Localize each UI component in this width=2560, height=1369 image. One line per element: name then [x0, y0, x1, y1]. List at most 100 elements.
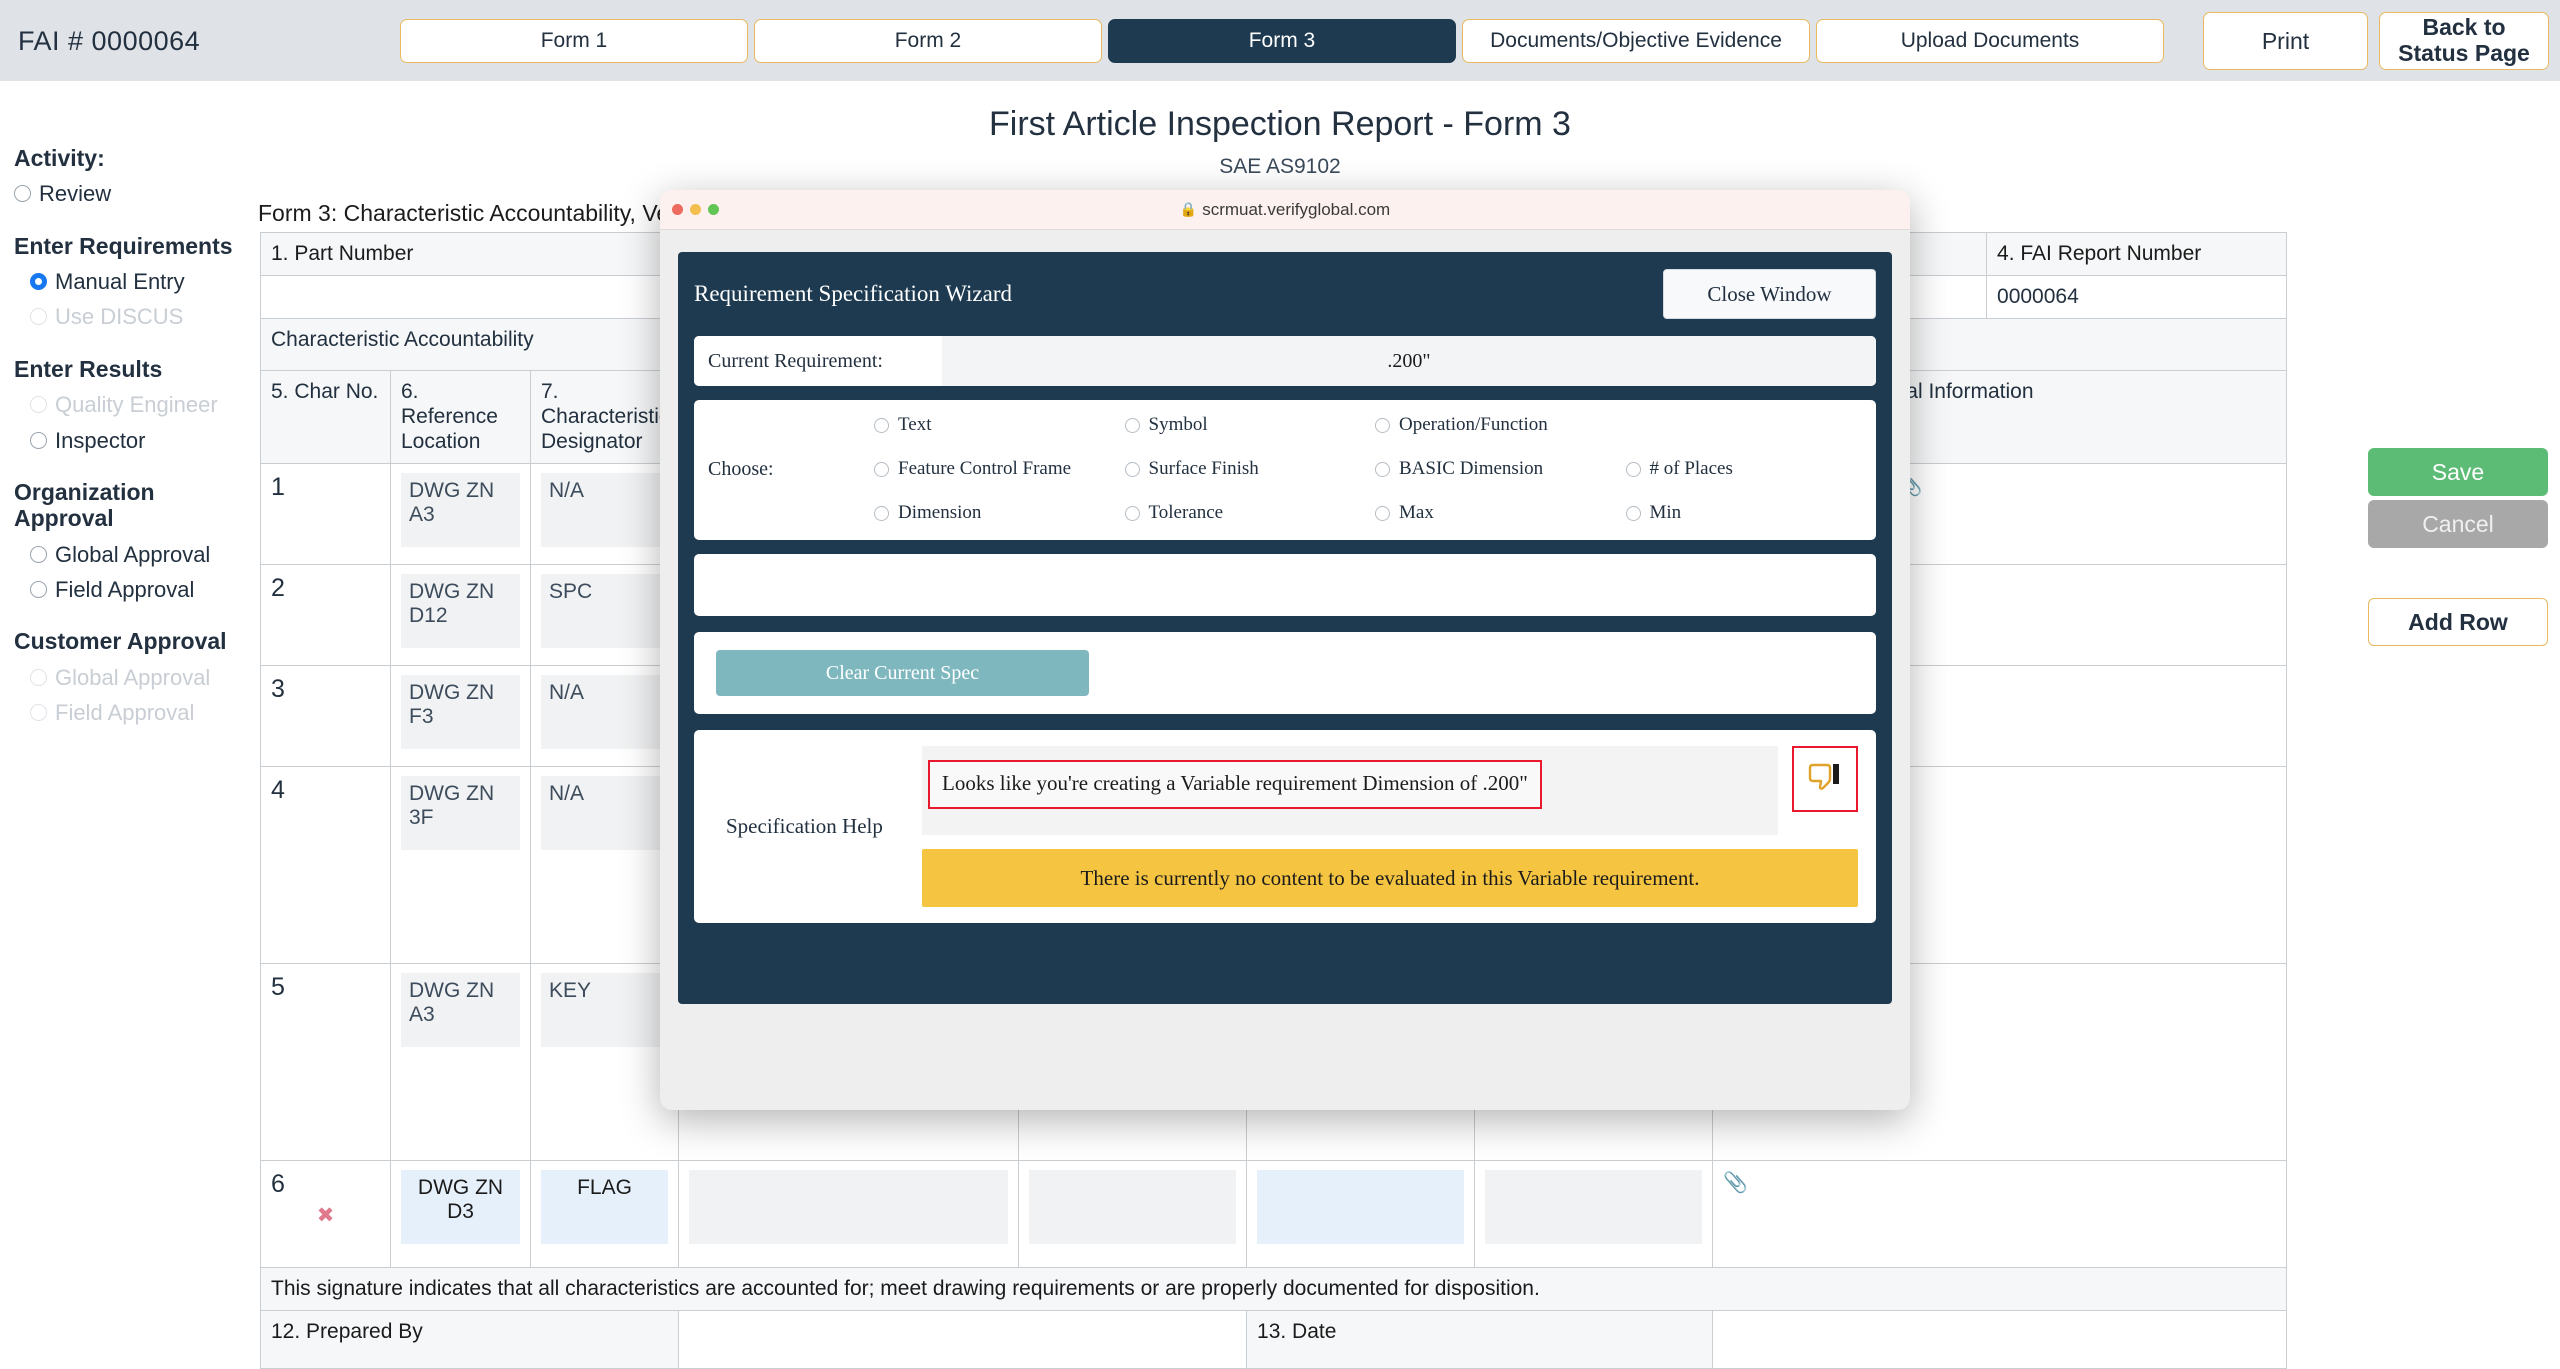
radio-number-of-places[interactable]: # of Places	[1625, 458, 1877, 480]
cell-designator[interactable]: N/A	[530, 665, 679, 768]
close-window-dot-icon[interactable]	[672, 204, 683, 215]
tab-upload-documents[interactable]: Upload Documents	[1816, 19, 2164, 63]
results-input[interactable]	[1029, 1170, 1237, 1245]
designator-input[interactable]: FLAG	[541, 1170, 668, 1245]
tab-documents-objective-evidence[interactable]: Documents/Objective Evidence	[1462, 19, 1810, 63]
cell-designator[interactable]: SPC	[530, 564, 679, 667]
cell-reference-location[interactable]: DWG ZN A3	[390, 963, 531, 1162]
radio-inspector[interactable]: Inspector	[14, 428, 259, 453]
radio-org-global-approval[interactable]: Global Approval	[14, 542, 259, 567]
tab-form-1[interactable]: Form 1	[400, 19, 748, 63]
radio-feature-control-frame[interactable]: Feature Control Frame	[874, 458, 1125, 480]
clear-current-spec-button[interactable]: Clear Current Spec	[716, 650, 1089, 696]
tooling-input[interactable]	[1257, 1170, 1465, 1245]
radio-surface-finish[interactable]: Surface Finish	[1124, 458, 1376, 480]
choose-grid-spacer	[1626, 414, 1877, 436]
radio-use-discus: Use DISCUS	[14, 304, 259, 329]
reference-location-input[interactable]: DWG ZN A3	[401, 473, 520, 548]
date-value[interactable]	[1712, 1310, 2288, 1369]
radio-operation-function[interactable]: Operation/Function	[1375, 414, 1626, 436]
radio-basic-dimension[interactable]: BASIC Dimension	[1375, 458, 1626, 480]
radio-tolerance[interactable]: Tolerance	[1124, 502, 1376, 524]
reference-location-input[interactable]: DWG ZN D3	[401, 1170, 520, 1245]
radio-circle-icon	[874, 461, 889, 477]
maximize-window-dot-icon[interactable]	[708, 204, 719, 215]
prepared-by-value[interactable]	[677, 1310, 1248, 1369]
cell-reference-location[interactable]: DWG ZN A3	[390, 463, 531, 566]
nonconformance-input[interactable]	[1485, 1170, 1703, 1245]
activity-heading: Activity:	[14, 145, 105, 171]
radio-manual-entry[interactable]: Manual Entry	[14, 269, 259, 294]
cell-char-no: 4	[260, 766, 391, 965]
designator-input[interactable]: N/A	[541, 776, 668, 851]
add-row-button[interactable]: Add Row	[2368, 598, 2548, 646]
reference-location-input[interactable]: DWG ZN A3	[401, 973, 520, 1048]
tab-form-3[interactable]: Form 3	[1108, 19, 1456, 63]
spec-builder-panel[interactable]	[694, 554, 1876, 616]
radio-symbol-label: Symbol	[1148, 414, 1208, 435]
reference-location-input[interactable]: DWG ZN D12	[401, 574, 520, 649]
minimize-window-dot-icon[interactable]	[690, 204, 701, 215]
page-title: First Article Inspection Report - Form 3	[989, 105, 1571, 143]
reference-location-input[interactable]: DWG ZN 3F	[401, 776, 520, 851]
cell-comments[interactable]: 📎	[1712, 1160, 2288, 1269]
cell-char-no: 2	[260, 564, 391, 667]
paperclip-icon[interactable]: 📎	[1723, 1172, 1748, 1194]
print-button[interactable]: Print	[2203, 12, 2368, 70]
cell-designator[interactable]: N/A	[530, 463, 679, 566]
thumbs-down-button[interactable]	[1792, 746, 1858, 812]
delete-row-icon[interactable]: ✖	[271, 1203, 380, 1228]
designator-input[interactable]: KEY	[541, 973, 668, 1048]
cell-tooling[interactable]	[1246, 1160, 1476, 1269]
lock-icon: 🔒	[1179, 201, 1198, 217]
cell-reference-location[interactable]: DWG ZN D12	[390, 564, 531, 667]
cell-designator[interactable]: KEY	[530, 963, 679, 1162]
radio-circle-icon	[30, 308, 47, 326]
close-window-button[interactable]: Close Window	[1663, 269, 1876, 319]
radio-circle-icon	[874, 417, 889, 433]
choose-options-grid: Text Symbol Operation/Function Feature C…	[874, 414, 1876, 524]
designator-input[interactable]: SPC	[541, 574, 668, 649]
cell-designator[interactable]: FLAG	[530, 1160, 679, 1269]
cell-char-no: 6 ✖	[260, 1160, 391, 1269]
radio-dimension[interactable]: Dimension	[874, 502, 1125, 524]
radio-max[interactable]: Max	[1375, 502, 1626, 524]
reference-location-input[interactable]: DWG ZN F3	[401, 675, 520, 750]
radio-org-field-approval[interactable]: Field Approval	[14, 577, 259, 602]
page-subtitle: SAE AS9102	[1219, 155, 1341, 178]
cell-results[interactable]	[1018, 1160, 1248, 1269]
designator-input[interactable]: N/A	[541, 675, 668, 750]
tab-form-2[interactable]: Form 2	[754, 19, 1102, 63]
cell-requirement[interactable]	[677, 1160, 1020, 1269]
radio-circle-icon	[30, 396, 47, 414]
cell-reference-location[interactable]: DWG ZN 3F	[390, 766, 531, 965]
radio-review[interactable]: Review	[14, 181, 259, 206]
address-bar[interactable]: 🔒 scrmuat.verifyglobal.com	[660, 200, 1910, 220]
value-fai-report-number[interactable]: 0000064	[1986, 275, 2288, 319]
requirement-input[interactable]	[689, 1170, 1009, 1245]
save-button[interactable]: Save	[2368, 448, 2548, 496]
radio-min[interactable]: Min	[1625, 502, 1877, 524]
wizard-body: Requirement Specification Wizard Close W…	[678, 252, 1892, 1004]
radio-text[interactable]: Text	[874, 414, 1125, 436]
signature-note: This signature indicates that all charac…	[259, 1267, 2288, 1312]
radio-circle-icon	[1124, 461, 1140, 477]
radio-symbol[interactable]: Symbol	[1124, 414, 1376, 436]
back-to-status-page-button[interactable]: Back to Status Page	[2379, 12, 2549, 70]
radio-circle-icon	[30, 668, 47, 686]
thumbs-down-icon	[1808, 763, 1839, 790]
header-fai-report-number: 4. FAI Report Number	[1986, 232, 2288, 276]
cell-reference-location[interactable]: DWG ZN D3	[390, 1160, 531, 1269]
window-controls[interactable]	[672, 204, 719, 215]
radio-circle-icon	[1124, 417, 1140, 433]
organization-approval-heading: Organization Approval	[14, 478, 155, 532]
radio-circle-icon	[30, 431, 47, 449]
column-reference-location: 6. Reference Location	[390, 369, 531, 465]
char-no-text: 6	[271, 1170, 285, 1199]
designator-input[interactable]: N/A	[541, 473, 668, 548]
radio-circle-icon	[30, 273, 47, 291]
cell-designator[interactable]: N/A	[530, 766, 679, 965]
cancel-button[interactable]: Cancel	[2368, 500, 2548, 548]
cell-reference-location[interactable]: DWG ZN F3	[390, 665, 531, 768]
cell-nonconformance[interactable]	[1474, 1160, 1714, 1269]
